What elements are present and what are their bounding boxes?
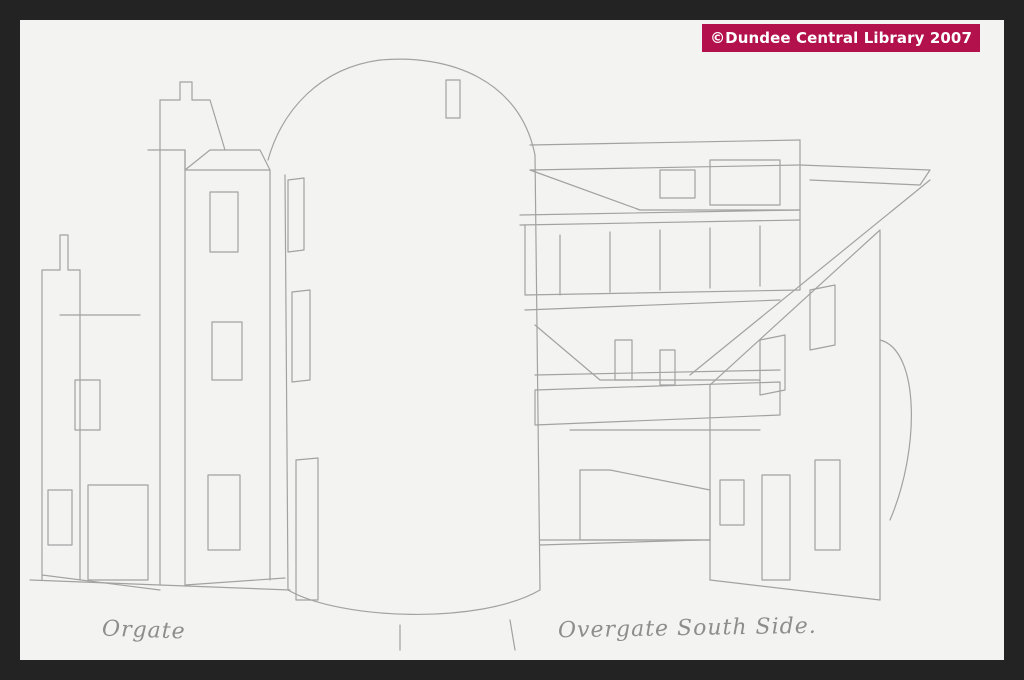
right-caption: Overgate South Side.	[557, 613, 817, 644]
left-caption: Orgate	[101, 616, 187, 645]
pencil-sketch	[29, 58, 931, 651]
right-sloping-house	[689, 179, 931, 601]
sketch-frame: ©Dundee Central Library 2007 Orgate Over…	[20, 20, 1004, 660]
tall-left-house	[147, 81, 286, 586]
left-small-building	[41, 234, 161, 591]
copyright-watermark: ©Dundee Central Library 2007	[702, 24, 980, 52]
round-tower	[267, 58, 541, 616]
